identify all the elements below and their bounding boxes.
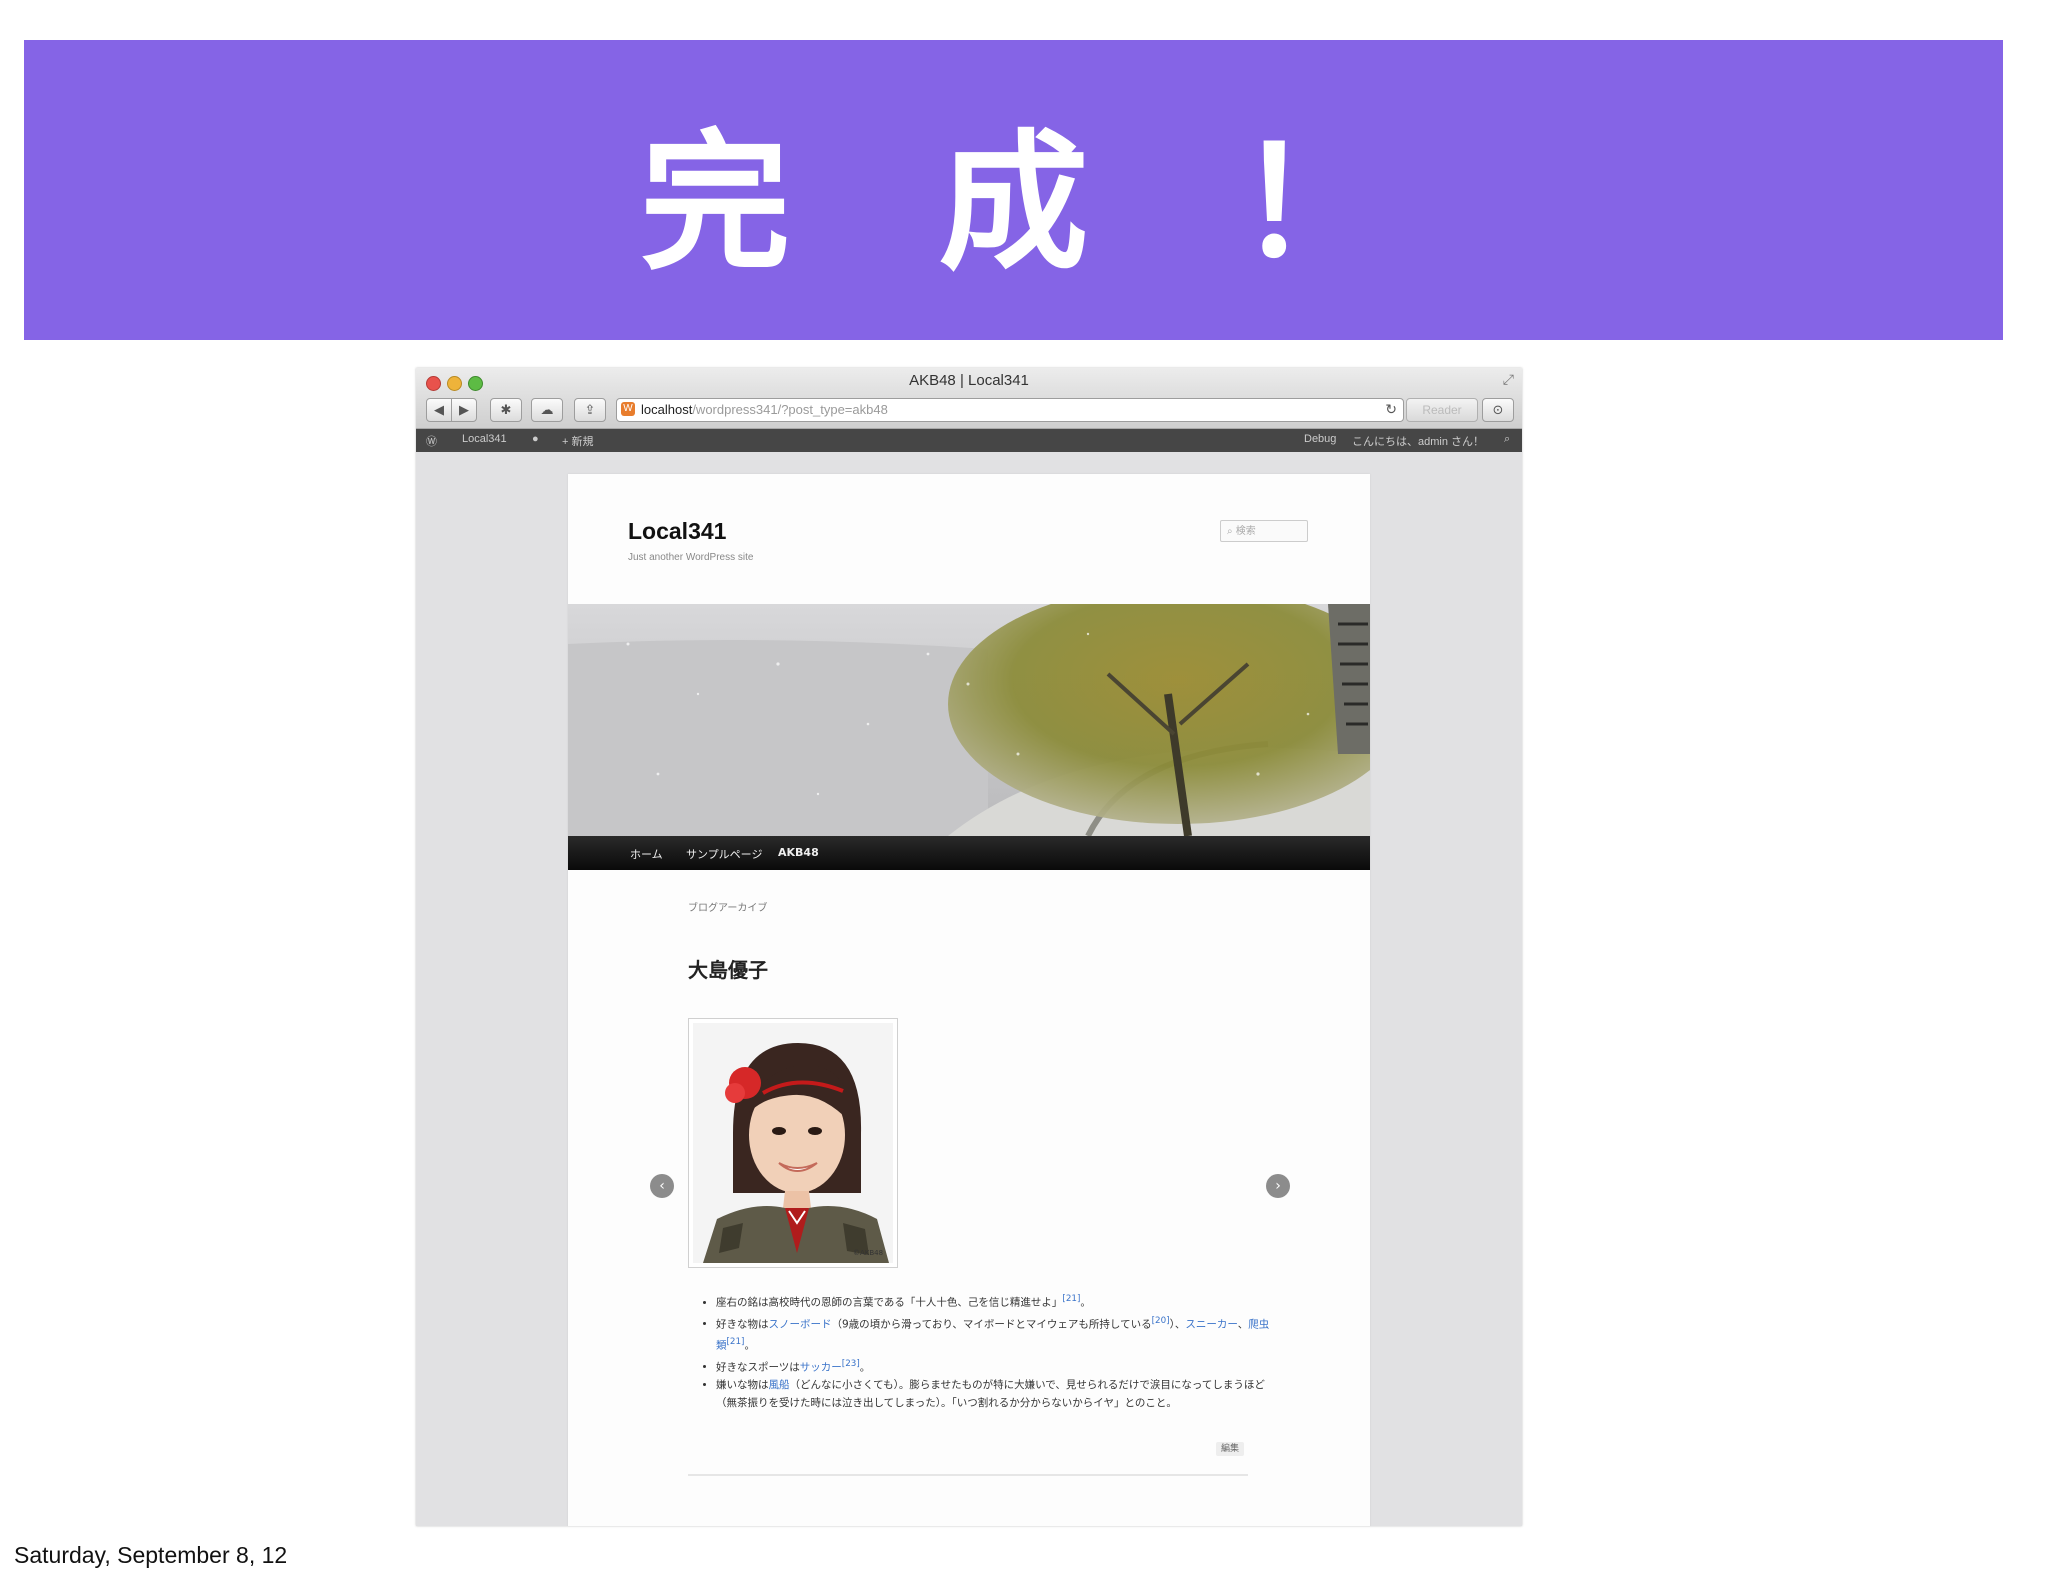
wordpress-logo-icon[interactable]: Ⓦ [426,433,437,449]
share-button[interactable]: ⇪ [574,398,606,422]
admin-search-icon[interactable]: ⌕ [1504,433,1510,446]
soccer-link[interactable]: サッカー [800,1361,842,1373]
site-description: Just another WordPress site [628,552,754,563]
browser-titlebar: AKB48 | Local341 ⤢ ◀ ▶ ✱ ☁ ⇪ W localhost… [416,368,1522,429]
download-icon: ⊙ [1492,402,1504,418]
wordpress-page: Local341 Just another WordPress site ⌕ 検… [568,474,1370,1526]
list-item: 好きな物はスノーボード（9歳の頃から滑っており、マイボードとマイウェアも所持して… [716,1312,1276,1355]
site-search-input[interactable]: ⌕ 検索 [1220,520,1308,542]
admin-debug-link[interactable]: Debug [1304,433,1336,445]
list-item: 好きなスポーツはサッカー[23]。 [716,1355,1276,1377]
post-bullet-list: 座右の銘は高校時代の恩師の言葉である「十人十色、己を信じ精進せよ」[21]。 好… [688,1290,1276,1412]
slide-title: 完 成 ！ [640,116,1435,291]
post-title[interactable]: 大島優子 [688,954,768,983]
next-arrow-icon[interactable]: › [1266,1174,1290,1198]
site-favicon-icon: W [621,402,635,416]
edit-post-button[interactable]: 編集 [1216,1442,1244,1456]
menu-item-akb48[interactable]: AKB48 [778,846,819,859]
icloud-tabs-button[interactable]: ☁ [531,398,563,422]
address-bar[interactable]: W localhost/wordpress341/?post_type=akb4… [616,398,1404,422]
extensions-icon: ✱ [500,402,512,418]
url-path: /wordpress341/?post_type=akb48 [692,402,888,417]
url-host: localhost [641,402,693,417]
browser-window: AKB48 | Local341 ⤢ ◀ ▶ ✱ ☁ ⇪ W localhost… [416,368,1522,1526]
slide-footer-date: Saturday, September 8, 12 [14,1542,288,1568]
reload-icon[interactable]: ↻ [1385,401,1397,418]
back-button[interactable]: ◀ [426,398,452,422]
site-title[interactable]: Local341 [628,518,726,545]
snowboard-link[interactable]: スノーボード [769,1318,832,1330]
post-divider [688,1474,1248,1476]
reader-button[interactable]: Reader [1406,398,1478,422]
forward-icon: ▶ [459,402,469,418]
url-text[interactable]: localhost/wordpress341/?post_type=akb48 [641,402,888,417]
share-icon: ⇪ [584,402,596,418]
menu-item-home[interactable]: ホーム [630,846,663,862]
admin-greeting[interactable]: こんにちは、admin さん！ [1352,433,1484,449]
downloads-button[interactable]: ⊙ [1482,398,1514,422]
archive-label: ブログアーカイブ [688,903,768,914]
photo-watermark: ©AKB48 [853,1249,883,1257]
forward-button[interactable]: ▶ [451,398,477,422]
extensions-button[interactable]: ✱ [490,398,522,422]
comments-icon[interactable]: ● [532,433,539,445]
list-item: 座右の銘は高校時代の恩師の言葉である「十人十色、己を信じ精進せよ」[21]。 [716,1290,1276,1312]
wp-admin-bar: Ⓦ Local341 ● + 新規 Debug こんにちは、admin さん！ … [416,429,1522,452]
search-placeholder: 検索 [1235,526,1256,537]
admin-site-name[interactable]: Local341 [462,433,507,445]
prev-arrow-icon[interactable]: ‹ [650,1174,674,1198]
search-icon: ⌕ [1227,526,1236,537]
member-photo: ©AKB48 [688,1018,898,1268]
list-item: 嫌いな物は風船（どんなに小さくても）。膨らませたものが特に大嫌いで、見せられるだ… [716,1376,1276,1412]
header-image [568,604,1370,836]
balloon-link[interactable]: 風船 [769,1379,790,1391]
sneaker-link[interactable]: スニーカー [1185,1318,1237,1330]
primary-menu: ホーム サンプルページ AKB48 [568,836,1370,870]
window-title: AKB48 | Local341 [909,372,1029,389]
cloud-icon: ☁ [540,402,554,418]
back-icon: ◀ [434,402,444,418]
admin-new-link[interactable]: + 新規 [562,433,593,449]
menu-item-sample-page[interactable]: サンプルページ [686,846,762,862]
slide-title-banner: 完 成 ！ [24,40,2003,340]
fullscreen-icon[interactable]: ⤢ [1503,372,1514,388]
